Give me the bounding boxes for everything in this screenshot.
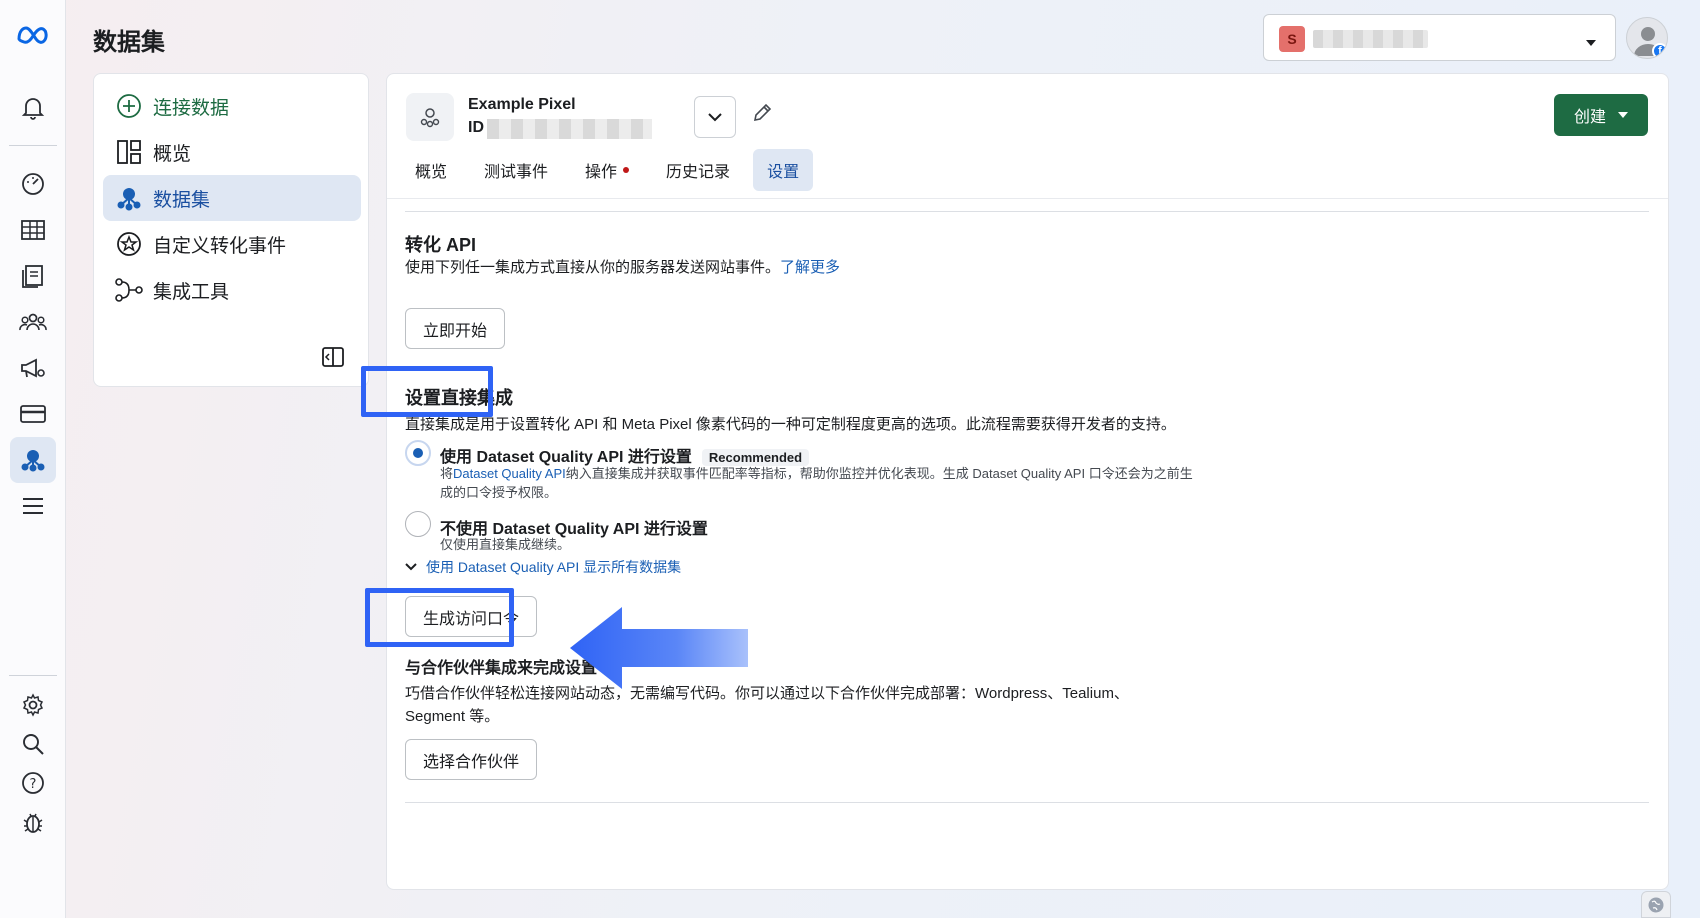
side-nav: 连接数据 概览 数据集 自定义转化事件 集成工具: [93, 73, 369, 387]
alert-dot: [623, 167, 630, 173]
nav-item-datasets[interactable]: 数据集: [103, 175, 361, 221]
collapse-sidebar-icon[interactable]: [321, 346, 345, 373]
rail-divider: [9, 145, 57, 146]
tab-label: 设置: [767, 164, 800, 181]
capi-title: 转化 API: [405, 235, 477, 255]
nav-item-overview[interactable]: 概览: [103, 129, 361, 175]
dataset-quality-api-link[interactable]: Dataset Quality API: [453, 466, 566, 481]
expander-label: 使用 Dataset Quality API 显示所有数据集: [426, 559, 682, 575]
capi-desc-text: 使用下列任一集成方式直接从你的服务器发送网站事件。: [405, 259, 781, 276]
direct-integration-description: 直接集成是用于设置转化 API 和 Meta Pixel 像素代码的一种可定制程…: [405, 416, 1176, 433]
option-with-api-description: 将Dataset Quality API纳入直接集成并获取事件匹配率等指标，帮助…: [440, 464, 1202, 502]
pixel-dropdown-button[interactable]: [694, 96, 736, 138]
chevron-down-icon: [405, 563, 417, 571]
nav-item-connect-data[interactable]: 连接数据: [103, 83, 361, 129]
pixel-id-label: ID: [468, 119, 484, 136]
create-button[interactable]: 创建: [1554, 94, 1648, 136]
page-title: 数据集: [93, 29, 165, 56]
edit-pencil-icon[interactable]: [751, 102, 773, 129]
dashboard-gauge-icon[interactable]: [10, 161, 56, 207]
bug-report-icon[interactable]: [10, 799, 56, 845]
main-panel: Example Pixel ID 概览 测试事件 操作 历史记录 设置 创建 转…: [386, 73, 1669, 890]
learn-more-link[interactable]: 了解更多: [780, 259, 840, 276]
caret-down-icon: [1618, 112, 1628, 118]
account-selector[interactable]: S: [1263, 14, 1616, 61]
plus-circle-icon: [115, 92, 143, 120]
account-badge: S: [1279, 26, 1305, 52]
nav-item-label: 概览: [153, 143, 192, 165]
chevron-down-icon: [1585, 34, 1597, 52]
tab-label: 测试事件: [484, 164, 549, 181]
get-started-button[interactable]: 立即开始: [405, 308, 506, 349]
tab-label: 操作: [585, 164, 618, 181]
radio-without-dataset-quality-api[interactable]: [405, 511, 431, 537]
overview-layout-icon: [115, 138, 143, 166]
rail-divider: [9, 675, 57, 676]
tab-label: 历史记录: [666, 164, 731, 181]
events-manager-icon[interactable]: [10, 437, 56, 483]
tab-test-events[interactable]: 测试事件: [470, 149, 562, 191]
globe-icon[interactable]: [1641, 891, 1671, 918]
nav-item-label: 连接数据: [153, 97, 230, 119]
create-button-label: 创建: [1573, 109, 1606, 126]
table-icon[interactable]: [10, 207, 56, 253]
billing-card-icon[interactable]: [10, 391, 56, 437]
pages-icon[interactable]: [10, 253, 56, 299]
section-divider: [405, 802, 1649, 803]
account-name-redacted: [1313, 30, 1428, 48]
partner-integration-title: 与合作伙伴集成来完成设置: [405, 660, 598, 677]
tab-bar: 概览 测试事件 操作 历史记录 设置: [401, 149, 822, 191]
radio-with-dataset-quality-api[interactable]: [405, 440, 431, 466]
integration-icon: [115, 276, 143, 304]
choose-partner-button[interactable]: 选择合作伙伴: [405, 739, 538, 780]
tab-label: 概览: [415, 164, 448, 181]
tab-history[interactable]: 历史记录: [652, 149, 744, 191]
pixel-id-redacted: [487, 119, 652, 139]
audience-icon[interactable]: [10, 299, 56, 345]
nav-item-label: 自定义转化事件: [153, 235, 287, 257]
star-circle-icon: [115, 230, 143, 258]
tab-overview[interactable]: 概览: [401, 149, 461, 191]
tab-settings[interactable]: 设置: [753, 149, 814, 191]
meta-logo-icon[interactable]: [10, 12, 56, 58]
section-divider: [405, 211, 1649, 212]
menu-icon[interactable]: [10, 483, 56, 529]
pixel-name: Example Pixel: [468, 96, 576, 113]
option-without-api-description: 仅使用直接集成继续。: [440, 537, 571, 552]
nav-item-custom-conversions[interactable]: 自定义转化事件: [103, 221, 361, 267]
nav-item-label: 集成工具: [153, 281, 230, 303]
highlight-box-generate-token: [365, 588, 514, 647]
bell-icon[interactable]: [10, 85, 56, 131]
partner-integration-description: 巧借合作伙伴轻松连接网站动态，无需编写代码。你可以通过以下合作伙伴完成部署：Wo…: [405, 685, 1129, 725]
arrow-pointer-icon: [570, 607, 748, 689]
nav-item-label: 数据集: [153, 189, 211, 211]
svg-text:?: ?: [30, 777, 37, 792]
show-all-datasets-expander[interactable]: 使用 Dataset Quality API 显示所有数据集: [405, 557, 681, 577]
header-divider: [387, 198, 1668, 199]
left-rail: ?: [0, 0, 66, 918]
megaphone-settings-icon[interactable]: [10, 345, 56, 391]
highlight-box-direct-integration: [361, 366, 493, 417]
nav-item-integration-tools[interactable]: 集成工具: [103, 267, 361, 313]
facebook-badge-icon: f: [1652, 43, 1667, 58]
pixel-icon: [406, 93, 454, 141]
capi-description: 使用下列任一集成方式直接从你的服务器发送网站事件。了解更多: [405, 256, 840, 279]
avatar[interactable]: f: [1626, 17, 1668, 59]
desc-prefix: 将: [440, 466, 454, 481]
dataset-icon: [115, 184, 143, 212]
tab-diagnostics[interactable]: 操作: [571, 149, 643, 191]
